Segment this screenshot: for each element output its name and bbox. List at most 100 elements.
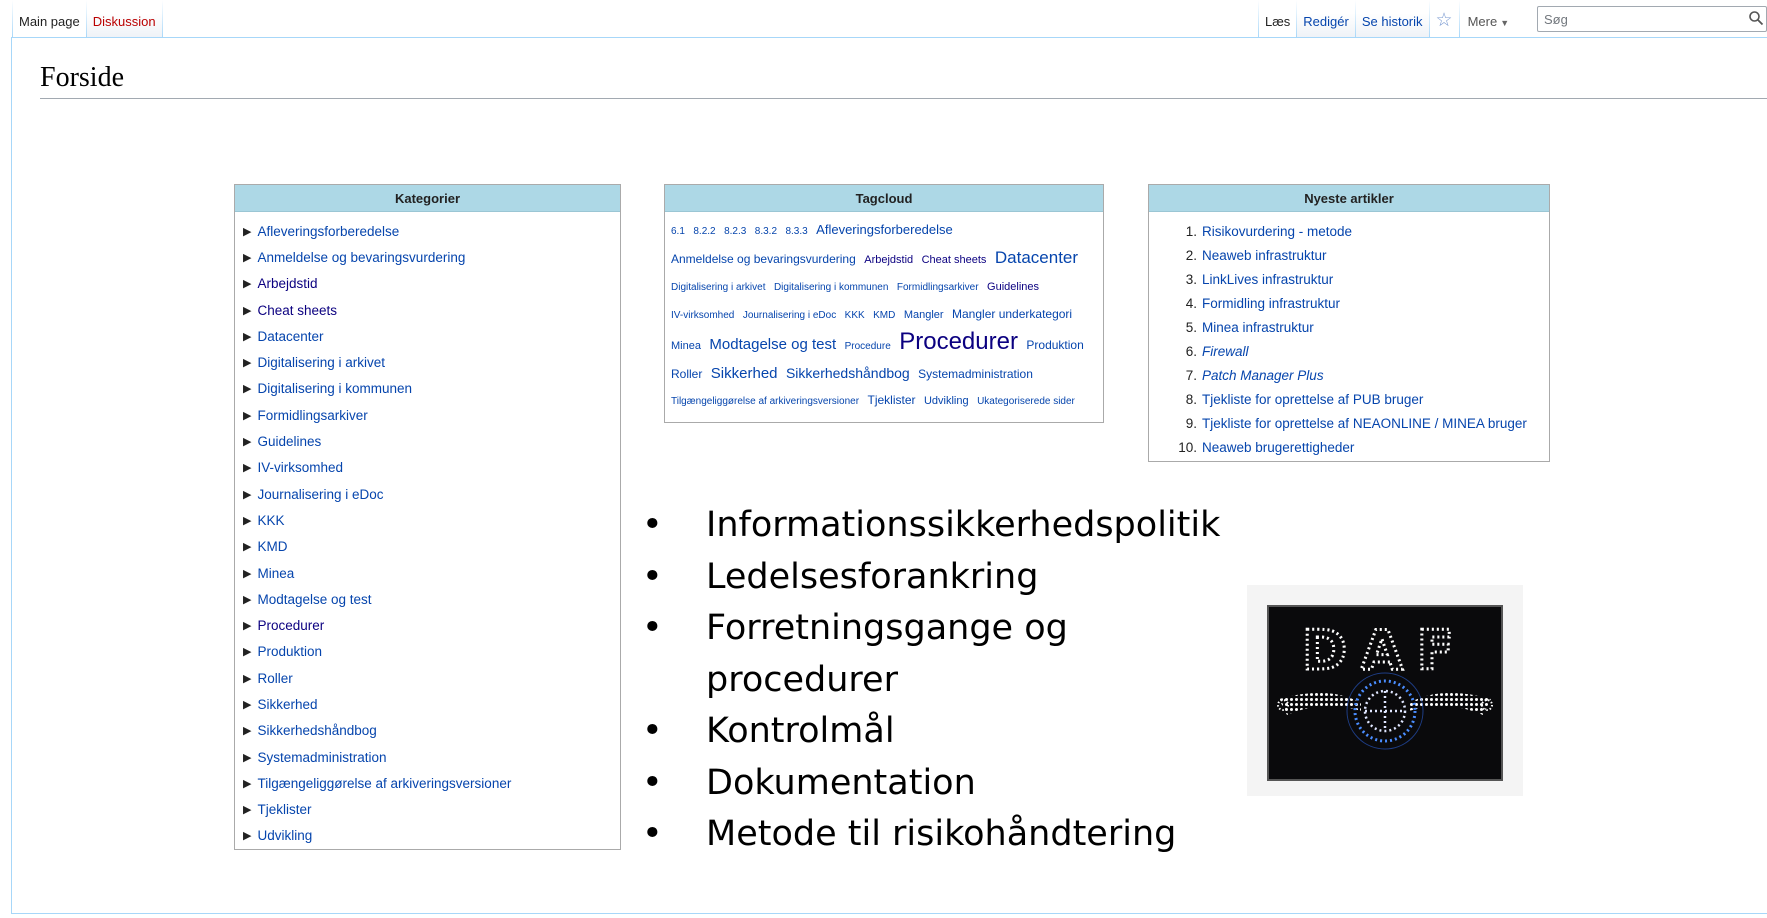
category-link[interactable]: Roller [257, 671, 292, 686]
triangle-right-icon[interactable]: ▶ [243, 277, 251, 290]
article-link[interactable]: Tjekliste for oprettelse af NEAONLINE / … [1202, 416, 1527, 431]
tag-link[interactable]: Afleveringsforberedelse [816, 222, 953, 237]
category-link[interactable]: Digitalisering i kommunen [257, 381, 412, 396]
tag-link[interactable]: Modtagelse og test [709, 336, 836, 353]
tab-main-page[interactable]: Main page [13, 0, 86, 38]
search-input[interactable] [1538, 7, 1738, 31]
tab-edit[interactable]: Redigér [1297, 0, 1355, 38]
article-link[interactable]: Risikovurdering - metode [1202, 224, 1352, 239]
tag-link[interactable]: IV-virksomhed [671, 310, 734, 321]
article-link[interactable]: Tjekliste for oprettelse af PUB bruger [1202, 392, 1423, 407]
triangle-right-icon[interactable]: ▶ [243, 619, 251, 632]
category-link[interactable]: Produktion [257, 644, 322, 659]
tag-link[interactable]: Mangler [904, 309, 944, 321]
triangle-right-icon[interactable]: ▶ [243, 777, 251, 790]
triangle-right-icon[interactable]: ▶ [243, 330, 251, 343]
tag-link[interactable]: Mangler underkategori [952, 307, 1072, 321]
tag-link[interactable]: Tilgængeliggørelse af arkiveringsversion… [671, 396, 859, 407]
category-link[interactable]: Modtagelse og test [257, 592, 371, 607]
tag-link[interactable]: 8.3.2 [755, 226, 777, 237]
tag-link[interactable]: Journalisering i eDoc [743, 310, 836, 321]
category-link[interactable]: IV-virksomhed [257, 460, 343, 475]
tag-link[interactable]: Procedure [845, 341, 891, 352]
tag-link[interactable]: Produktion [1026, 338, 1083, 352]
category-link[interactable]: Journalisering i eDoc [257, 487, 383, 502]
triangle-right-icon[interactable]: ▶ [243, 251, 251, 264]
category-link[interactable]: Formidlingsarkiver [257, 408, 367, 423]
watch-star-icon[interactable]: ☆ [1430, 0, 1459, 38]
triangle-right-icon[interactable]: ▶ [243, 593, 251, 606]
category-link[interactable]: KMD [257, 539, 287, 554]
triangle-right-icon[interactable]: ▶ [243, 567, 251, 580]
category-link[interactable]: Sikkerhedshåndbog [257, 723, 376, 738]
article-link[interactable]: Firewall [1202, 344, 1249, 359]
triangle-right-icon[interactable]: ▶ [243, 514, 251, 527]
tag-link[interactable]: KKK [845, 310, 865, 321]
tag-link[interactable]: Minea [671, 340, 701, 352]
tag-link[interactable]: Procedurer [899, 328, 1018, 355]
category-link[interactable]: Guidelines [257, 434, 321, 449]
category-link[interactable]: KKK [257, 513, 284, 528]
more-menu-button[interactable]: Mere ▼ [1460, 0, 1518, 38]
tab-history[interactable]: Se historik [1355, 0, 1429, 38]
triangle-right-icon[interactable]: ▶ [243, 645, 251, 658]
tag-link[interactable]: 8.2.3 [724, 226, 746, 237]
triangle-right-icon[interactable]: ▶ [243, 829, 251, 842]
tag-link[interactable]: Arbejdstid [864, 254, 913, 266]
category-link[interactable]: Procedurer [257, 618, 324, 633]
triangle-right-icon[interactable]: ▶ [243, 409, 251, 422]
category-link[interactable]: Digitalisering i arkivet [257, 355, 385, 370]
triangle-right-icon[interactable]: ▶ [243, 461, 251, 474]
category-link[interactable]: Tilgængeliggørelse af arkiveringsversion… [257, 776, 511, 791]
article-link[interactable]: Formidling infrastruktur [1202, 296, 1340, 311]
triangle-right-icon[interactable]: ▶ [243, 724, 251, 737]
triangle-right-icon[interactable]: ▶ [243, 672, 251, 685]
tag-link[interactable]: 8.3.3 [785, 226, 807, 237]
tag-link[interactable]: 6.1 [671, 226, 685, 237]
tag-link[interactable]: Roller [671, 367, 702, 381]
tag-link[interactable]: KMD [873, 310, 895, 321]
tag-link[interactable]: Systemadministration [918, 367, 1033, 381]
search-icon[interactable] [1748, 10, 1764, 26]
article-link[interactable]: Patch Manager Plus [1202, 368, 1324, 383]
tag-link[interactable]: Ukategoriserede sider [977, 396, 1075, 407]
triangle-right-icon[interactable]: ▶ [243, 488, 251, 501]
triangle-right-icon[interactable]: ▶ [243, 356, 251, 369]
category-link[interactable]: Cheat sheets [257, 303, 337, 318]
triangle-right-icon[interactable]: ▶ [243, 540, 251, 553]
triangle-right-icon[interactable]: ▶ [243, 803, 251, 816]
tag-link[interactable]: Udvikling [924, 395, 969, 407]
tag-link[interactable]: 8.2.2 [693, 226, 715, 237]
triangle-right-icon[interactable]: ▶ [243, 751, 251, 764]
category-link[interactable]: Datacenter [257, 329, 323, 344]
article-link[interactable]: LinkLives infrastruktur [1202, 272, 1333, 287]
category-link[interactable]: Tjeklister [257, 802, 311, 817]
tag-link[interactable]: Sikkerhedshåndbog [786, 365, 910, 381]
tag-link[interactable]: Formidlingsarkiver [897, 282, 979, 293]
tab-read[interactable]: Læs [1259, 0, 1297, 38]
triangle-right-icon[interactable]: ▶ [243, 435, 251, 448]
category-link[interactable]: Minea [257, 566, 294, 581]
article-link[interactable]: Neaweb infrastruktur [1202, 248, 1327, 263]
triangle-right-icon[interactable]: ▶ [243, 382, 251, 395]
triangle-right-icon[interactable]: ▶ [243, 225, 251, 238]
category-link[interactable]: Arbejdstid [257, 276, 317, 291]
category-link[interactable]: Afleveringsforberedelse [257, 224, 399, 239]
tag-link[interactable]: Tjeklister [868, 393, 916, 407]
category-link[interactable]: Anmeldelse og bevaringsvurdering [257, 250, 465, 265]
tag-link[interactable]: Digitalisering i arkivet [671, 282, 765, 293]
tag-link[interactable]: Sikkerhed [711, 365, 778, 382]
category-link[interactable]: Sikkerhed [257, 697, 317, 712]
tag-link[interactable]: Cheat sheets [922, 254, 987, 266]
article-link[interactable]: Neaweb brugerettigheder [1202, 440, 1354, 455]
category-link[interactable]: Systemadministration [257, 750, 386, 765]
triangle-right-icon[interactable]: ▶ [243, 304, 251, 317]
tag-link[interactable]: Digitalisering i kommunen [774, 282, 889, 293]
tab-discussion[interactable]: Diskussion [86, 0, 162, 38]
tag-link[interactable]: Anmeldelse og bevaringsvurdering [671, 252, 856, 266]
tag-link[interactable]: Datacenter [995, 248, 1078, 267]
triangle-right-icon[interactable]: ▶ [243, 698, 251, 711]
article-link[interactable]: Minea infrastruktur [1202, 320, 1314, 335]
tag-link[interactable]: Guidelines [987, 281, 1039, 293]
category-link[interactable]: Udvikling [257, 828, 312, 843]
